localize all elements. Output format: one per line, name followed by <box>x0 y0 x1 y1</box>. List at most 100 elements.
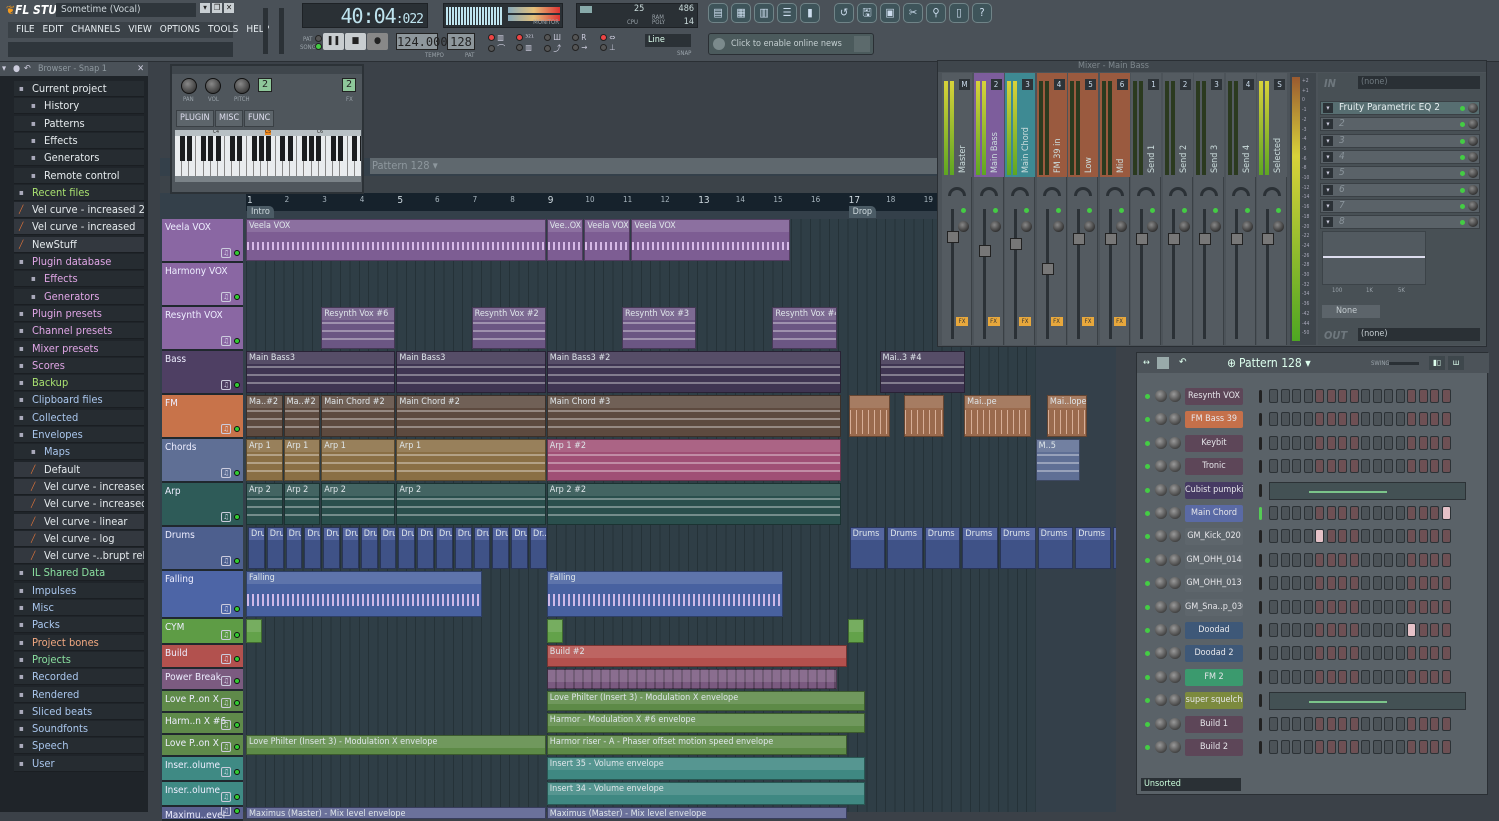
download-icon[interactable] <box>854 36 870 52</box>
slot-mix-knob[interactable] <box>1468 135 1478 146</box>
browser-item[interactable]: ▪ Projects <box>14 651 144 668</box>
step-button[interactable] <box>1361 529 1370 544</box>
channel-name-button[interactable]: GM_OHH_014 <box>1185 551 1243 569</box>
step-button[interactable] <box>1303 623 1313 637</box>
pan-knob[interactable] <box>1011 187 1029 196</box>
playlist-clip-audio[interactable]: Veela VOX <box>246 219 546 261</box>
step-button[interactable] <box>1430 669 1439 684</box>
step-button[interactable] <box>1441 623 1451 637</box>
strip-enable-led[interactable] <box>1055 208 1061 213</box>
channel-name-button[interactable]: FM Bass 39 <box>1185 411 1243 429</box>
step-button[interactable] <box>1441 599 1451 614</box>
mini-piano-roll[interactable] <box>1269 692 1466 711</box>
playlist-clip-drums[interactable]: Dru..#2 <box>454 527 472 569</box>
pan-knob[interactable] <box>181 78 197 94</box>
strip-enable-led[interactable] <box>1087 208 1092 213</box>
slot-menu-icon[interactable]: ▾ <box>1323 184 1333 195</box>
playlist-clip-drums[interactable]: Dru..#2 <box>417 527 434 569</box>
effect-slot[interactable]: ▾ 3 <box>1320 133 1480 148</box>
browser-item[interactable]: ▪ Generators <box>14 150 144 167</box>
step-button[interactable] <box>1349 623 1359 637</box>
channel-mute-led[interactable] <box>1145 440 1150 446</box>
step-button[interactable] <box>1361 412 1370 427</box>
step-button[interactable] <box>1269 740 1278 754</box>
playlist-clip-drums[interactable]: Dru..2 <box>398 527 416 569</box>
browser-item[interactable]: ▪ Scores <box>14 357 144 374</box>
step-button[interactable] <box>1326 459 1336 474</box>
step-button[interactable] <box>1338 623 1347 637</box>
browser-item[interactable]: ╱ Default <box>14 461 144 478</box>
step-sequencer-icon[interactable]: ▦ <box>731 3 751 23</box>
browser-item[interactable]: ▪ Remote control <box>14 167 144 184</box>
channel-mute-led[interactable] <box>1145 487 1150 493</box>
channel-mute-led[interactable] <box>1145 721 1150 727</box>
strip-number[interactable]: 2 <box>990 79 1002 90</box>
mixer-strip[interactable]: Selected S <box>1257 73 1287 345</box>
playlist-clip-notes[interactable]: Arp 2 #2 <box>546 483 841 525</box>
track-mute-led[interactable] <box>234 338 240 344</box>
channel-mute-led[interactable] <box>1145 651 1150 657</box>
step-button[interactable] <box>1418 646 1428 661</box>
step-button[interactable] <box>1292 412 1301 427</box>
step-button[interactable] <box>1372 412 1382 427</box>
track-mute-led[interactable] <box>234 514 240 520</box>
step-button[interactable] <box>1372 623 1382 637</box>
channel-name-button[interactable]: Cubist pumpkin <box>1185 481 1243 499</box>
step-button[interactable] <box>1441 552 1451 567</box>
effect-slot[interactable]: ▾ 5 <box>1320 166 1480 181</box>
step-button[interactable] <box>1361 623 1370 637</box>
track-mute-led[interactable] <box>234 426 240 432</box>
step-button[interactable] <box>1418 669 1428 684</box>
step-button[interactable] <box>1395 552 1405 567</box>
step-button[interactable] <box>1292 552 1301 567</box>
track-mute-led[interactable] <box>234 744 240 750</box>
pan-knob[interactable] <box>1200 187 1218 196</box>
step-button[interactable] <box>1349 576 1359 591</box>
effect-slot[interactable]: ▾ Fruity Parametric EQ 2 <box>1320 101 1480 115</box>
step-button[interactable] <box>1418 506 1428 520</box>
channel-pan-knob[interactable] <box>1155 390 1167 402</box>
black-key[interactable] <box>258 136 264 161</box>
playlist-clip-notes[interactable]: Main Chord #3 <box>546 395 841 437</box>
volume-fader[interactable] <box>947 231 959 243</box>
mixer-title[interactable]: Mixer - Main Bass <box>938 61 1486 72</box>
playlist-clip-drums[interactable]: Dru..#2 <box>436 527 453 569</box>
step-button[interactable] <box>1407 459 1416 474</box>
strip-enable-led[interactable] <box>961 208 966 213</box>
step-button[interactable] <box>1280 506 1290 520</box>
track-mute-led[interactable] <box>234 656 240 662</box>
volume-fader[interactable] <box>1073 233 1085 245</box>
step-button[interactable] <box>1384 599 1393 614</box>
step-button[interactable] <box>1407 529 1416 544</box>
timeline-marker[interactable]: Drop <box>848 206 877 218</box>
browser-item[interactable]: ╱ Vel curve - increased 2 <box>14 478 144 495</box>
menu-tools[interactable]: TOOLS <box>204 22 242 38</box>
track-header[interactable]: Maximu..evel ♫ <box>162 807 243 821</box>
channel-pan-knob[interactable] <box>1155 670 1167 683</box>
tab-misc[interactable]: MISC <box>215 110 244 127</box>
playlist-clip-notes[interactable]: Ma..#2 <box>283 395 321 437</box>
track-mute-led[interactable] <box>234 794 240 800</box>
channel-mute-led[interactable] <box>1145 674 1150 680</box>
channel-pan-knob[interactable] <box>1155 553 1167 566</box>
mixer-strip[interactable]: Main Bass 2 FX <box>973 73 1004 345</box>
step-button[interactable] <box>1326 740 1336 754</box>
fx-track-display[interactable]: 2 <box>342 78 356 92</box>
step-button[interactable] <box>1441 576 1451 591</box>
browser-window-icon[interactable]: ☰ <box>777 3 797 23</box>
strip-enable-led[interactable] <box>1150 208 1155 213</box>
step-button[interactable] <box>1315 646 1324 661</box>
browser-item[interactable]: ╱ Vel curve - increased <box>14 496 144 513</box>
track-header[interactable]: Build ♫ <box>162 645 243 669</box>
pan-knob[interactable] <box>1137 187 1155 196</box>
channel-pan-knob[interactable] <box>1155 647 1167 660</box>
channel-select-indicator[interactable] <box>1259 694 1262 708</box>
channel-name-button[interactable]: Resynth VOX <box>1185 388 1243 405</box>
step-button[interactable] <box>1280 599 1290 614</box>
fx-button[interactable]: FX <box>1050 317 1063 326</box>
step-button[interactable] <box>1430 506 1439 520</box>
step-button[interactable] <box>1315 576 1324 591</box>
playlist-clip-env[interactable]: Maximus (Master) - Mix level envelope <box>246 807 546 819</box>
black-key[interactable] <box>229 136 235 161</box>
online-news-button[interactable]: Click to enable online news <box>708 33 874 55</box>
